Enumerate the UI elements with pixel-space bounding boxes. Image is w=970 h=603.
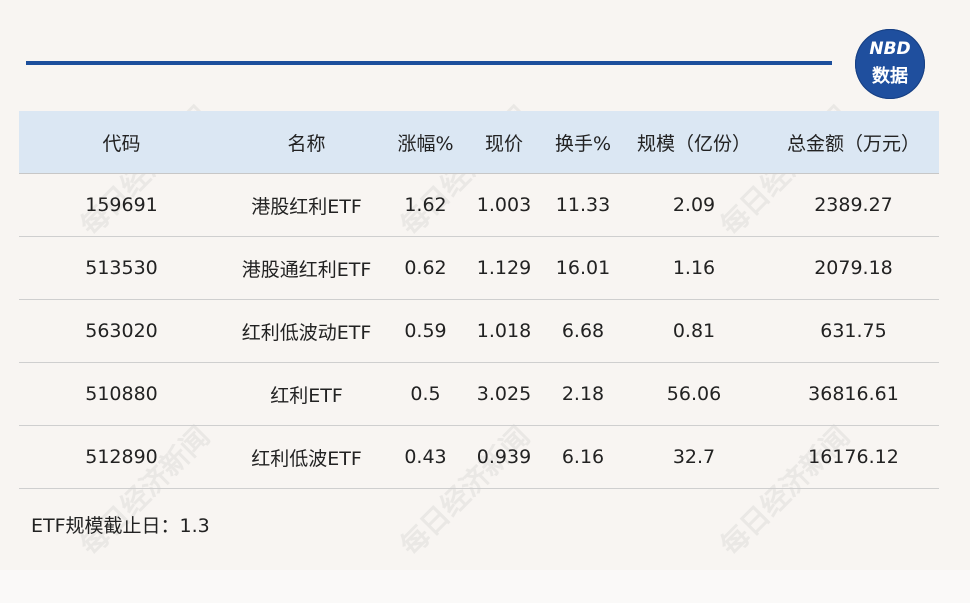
cell-change: 0.43 <box>389 425 462 489</box>
cell-code: 159691 <box>19 173 224 237</box>
cell-price: 3.025 <box>462 362 546 426</box>
cell-price: 0.939 <box>462 425 546 489</box>
cell-amount: 36816.61 <box>768 362 939 426</box>
cell-change: 0.59 <box>389 299 462 363</box>
cell-scale: 32.7 <box>620 425 768 489</box>
cell-scale: 2.09 <box>620 173 768 237</box>
table-header-row: 代码 名称 涨幅% 现价 换手% 规模（亿份） 总金额（万元） <box>19 111 939 174</box>
cell-turnover: 16.01 <box>546 236 620 300</box>
cell-price: 1.129 <box>462 236 546 300</box>
cell-name: 港股通红利ETF <box>224 236 389 300</box>
cell-name: 红利ETF <box>224 362 389 426</box>
cell-price: 1.018 <box>462 299 546 363</box>
col-header-scale: 规模（亿份） <box>620 111 768 174</box>
table-row: 159691 港股红利ETF 1.62 1.003 11.33 2.09 238… <box>19 173 939 237</box>
table-row: 563020 红利低波动ETF 0.59 1.018 6.68 0.81 631… <box>19 299 939 363</box>
cell-amount: 16176.12 <box>768 425 939 489</box>
cell-turnover: 2.18 <box>546 362 620 426</box>
col-header-amount: 总金额（万元） <box>768 111 939 174</box>
col-header-price: 现价 <box>462 111 546 174</box>
logo-text-top: NBD <box>869 39 911 59</box>
bottom-band <box>0 570 970 603</box>
cell-name: 港股红利ETF <box>224 173 389 237</box>
cell-change: 0.62 <box>389 236 462 300</box>
cell-code: 510880 <box>19 362 224 426</box>
cell-scale: 56.06 <box>620 362 768 426</box>
etf-table: 代码 名称 涨幅% 现价 换手% 规模（亿份） 总金额（万元） 159691 港… <box>19 111 939 489</box>
cell-change: 0.5 <box>389 362 462 426</box>
cell-scale: 1.16 <box>620 236 768 300</box>
cell-price: 1.003 <box>462 173 546 237</box>
cell-amount: 2389.27 <box>768 173 939 237</box>
table-row: 510880 红利ETF 0.5 3.025 2.18 56.06 36816.… <box>19 362 939 426</box>
cell-name: 红利低波动ETF <box>224 299 389 363</box>
col-header-turnover: 换手% <box>546 111 620 174</box>
cell-turnover: 6.68 <box>546 299 620 363</box>
cell-turnover: 6.16 <box>546 425 620 489</box>
col-header-code: 代码 <box>19 111 224 174</box>
nbd-logo: NBD 数据 <box>855 29 925 99</box>
table-row: 513530 港股通红利ETF 0.62 1.129 16.01 1.16 20… <box>19 236 939 300</box>
cell-scale: 0.81 <box>620 299 768 363</box>
cell-amount: 631.75 <box>768 299 939 363</box>
cell-name: 红利低波ETF <box>224 425 389 489</box>
col-header-name: 名称 <box>224 111 389 174</box>
cell-code: 513530 <box>19 236 224 300</box>
header-divider <box>26 61 832 65</box>
cell-code: 563020 <box>19 299 224 363</box>
footnote: ETF规模截止日：1.3 <box>31 515 210 537</box>
logo-text-bottom: 数据 <box>872 66 908 87</box>
cell-turnover: 11.33 <box>546 173 620 237</box>
cell-amount: 2079.18 <box>768 236 939 300</box>
cell-change: 1.62 <box>389 173 462 237</box>
cell-code: 512890 <box>19 425 224 489</box>
col-header-change: 涨幅% <box>389 111 462 174</box>
table-row: 512890 红利低波ETF 0.43 0.939 6.16 32.7 1617… <box>19 425 939 489</box>
